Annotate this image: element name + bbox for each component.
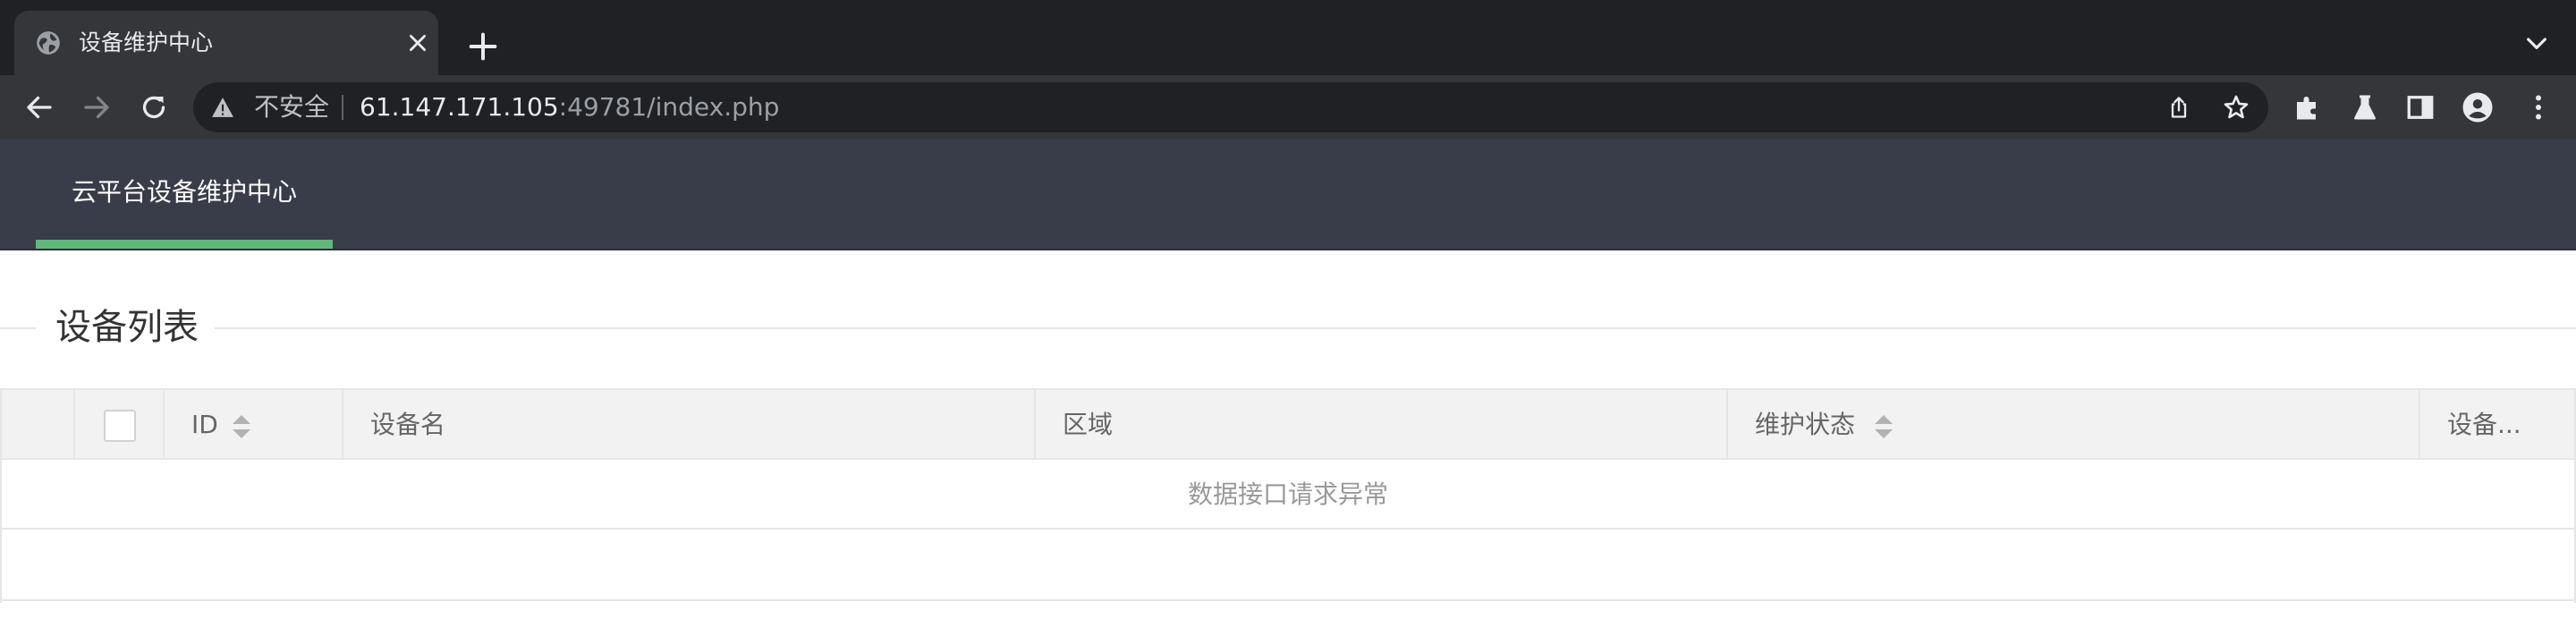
column-label-device-more: 设备... — [2447, 410, 2521, 439]
forward-arrow-icon[interactable] — [80, 91, 113, 123]
address-divider — [342, 95, 343, 120]
side-panel-icon[interactable] — [2404, 91, 2436, 123]
labs-flask-icon[interactable] — [2349, 91, 2381, 123]
table-header: ID 设备名 区域 维护状态 设备... — [2, 390, 2574, 460]
table-blank-area — [2, 530, 2574, 601]
bookmark-star-icon[interactable] — [2222, 93, 2250, 122]
profile-avatar-icon[interactable] — [2462, 91, 2494, 123]
address-bar[interactable]: 不安全 61.147.171.105:49781/index.php — [193, 82, 2268, 132]
device-table: ID 设备名 区域 维护状态 设备... 数据接口请求异常 — [0, 388, 2576, 603]
browser-toolbar: 不安全 61.147.171.105:49781/index.php — [0, 75, 2576, 140]
column-header-id[interactable]: ID — [165, 390, 343, 458]
column-header-device-more[interactable]: 设备... — [2420, 390, 2574, 458]
row-number-header — [2, 390, 75, 458]
column-label-device-name: 设备名 — [370, 410, 446, 439]
url-text[interactable]: 61.147.171.105:49781/index.php — [360, 93, 779, 122]
warning-triangle-icon[interactable] — [211, 97, 234, 118]
device-list-section: 设备列表 — [0, 295, 2576, 360]
url-host: 61.147.171.105 — [360, 92, 559, 122]
column-label-maintenance-status: 维护状态 — [1755, 410, 1856, 439]
app-header: 云平台设备维护中心 — [0, 140, 2576, 250]
legend-line-left — [0, 327, 36, 329]
new-tab-plus-icon[interactable] — [465, 29, 501, 64]
browser-tab[interactable]: 设备维护中心 — [14, 11, 438, 75]
close-tab-icon[interactable] — [406, 31, 429, 55]
column-header-region[interactable]: 区域 — [1036, 390, 1728, 458]
extensions-puzzle-icon[interactable] — [2292, 91, 2324, 123]
column-header-device-name[interactable]: 设备名 — [343, 390, 1036, 458]
sort-icon[interactable] — [233, 415, 250, 438]
sort-icon[interactable] — [1875, 415, 1893, 438]
legend-line-right — [215, 327, 2576, 329]
reload-icon[interactable] — [138, 91, 170, 123]
chevron-down-icon[interactable] — [2522, 29, 2551, 57]
share-icon[interactable] — [2166, 95, 2191, 120]
section-title: 设备列表 — [55, 307, 199, 348]
select-all-checkbox[interactable] — [104, 410, 136, 442]
url-path: :49781/index.php — [558, 92, 780, 122]
column-header-maintenance-status[interactable]: 维护状态 — [1728, 390, 2420, 458]
more-vertical-icon[interactable] — [2522, 91, 2555, 123]
select-all-header — [75, 390, 165, 458]
column-label-region: 区域 — [1063, 410, 1114, 439]
column-label-id: ID — [191, 410, 218, 439]
table-body: 数据接口请求异常 — [2, 460, 2574, 603]
tab-title: 设备维护中心 — [79, 30, 214, 55]
error-message: 数据接口请求异常 — [1187, 479, 1388, 509]
security-label[interactable]: 不安全 — [254, 93, 329, 122]
brand-title: 云平台设备维护中心 — [72, 177, 298, 207]
nav-item-brand[interactable]: 云平台设备维护中心 — [36, 140, 333, 249]
browser-tab-strip: 设备维护中心 — [0, 0, 2576, 75]
empty-row: 数据接口请求异常 — [2, 460, 2574, 530]
globe-icon — [37, 31, 60, 55]
back-arrow-icon[interactable] — [23, 91, 55, 123]
active-indicator — [36, 240, 333, 249]
